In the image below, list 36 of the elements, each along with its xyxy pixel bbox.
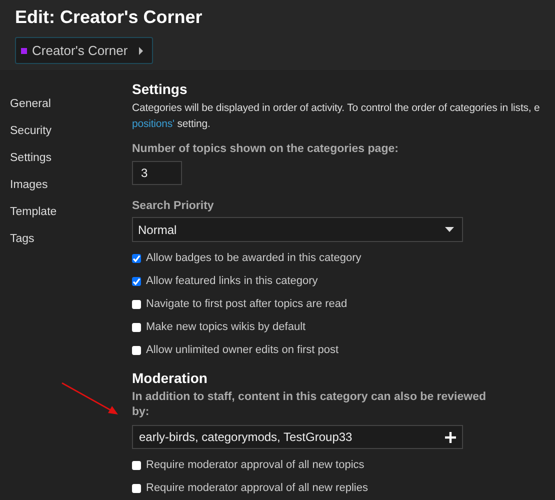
checkbox[interactable]	[132, 460, 141, 470]
checkbox-label: Allow unlimited owner edits on first post	[146, 344, 339, 356]
sidebar-item[interactable]: General	[0, 97, 132, 124]
field-label: In addition to staff, content in this category can also be reviewed by:	[132, 390, 488, 420]
sidebar-item[interactable]: Settings	[0, 151, 132, 178]
checkbox[interactable]	[132, 322, 141, 332]
checkbox[interactable]	[132, 276, 141, 286]
field-label: Number of topics shown on the categories page:	[132, 142, 400, 157]
sidebar-item[interactable]: Security	[0, 124, 132, 151]
description-text: Categories will be displayed in order of activity. To control the order of categories in lists, e positions' setting.	[132, 101, 541, 132]
checkbox[interactable]	[132, 346, 141, 354]
checkbox[interactable]	[132, 484, 141, 492]
caret-icon	[445, 227, 454, 232]
group-selector[interactable]: early-birds, categorymods, TestGroup33	[132, 425, 463, 449]
checkbox-label: Require moderator approval of all new topics	[146, 459, 364, 471]
priority-dropdown[interactable]: Normal	[132, 217, 463, 242]
number-input[interactable]: 3	[132, 161, 182, 185]
checkbox-label: Require moderator approval of all new replies	[146, 482, 368, 494]
checkbox-label: Make new topics wikis by default	[146, 321, 306, 333]
page-title: Edit: Creator's Corner	[15, 6, 202, 29]
checkbox-label: Navigate to first post after topics are read	[146, 298, 348, 310]
section-heading: Moderation	[132, 369, 208, 387]
field-label: Search Priority	[132, 199, 215, 214]
section-heading: Settings	[132, 80, 188, 98]
setting-link[interactable]: positions'	[132, 118, 174, 130]
category-dropdown[interactable]: Creator's Corner	[15, 37, 153, 64]
checkbox-label: Allow badges to be awarded in this category	[146, 252, 362, 264]
sidebar-item[interactable]: Images	[0, 178, 132, 205]
selected-groups: early-birds, categorymods, TestGroup33	[139, 430, 352, 444]
checkbox[interactable]	[132, 300, 141, 308]
checkbox[interactable]	[132, 254, 141, 262]
plus-icon	[445, 432, 456, 442]
checkbox-label: Allow featured links in this category	[146, 275, 318, 287]
sidebar-item[interactable]: Tags	[0, 232, 132, 259]
caret-icon	[138, 46, 144, 54]
sidebar-item[interactable]: Template	[0, 205, 132, 232]
